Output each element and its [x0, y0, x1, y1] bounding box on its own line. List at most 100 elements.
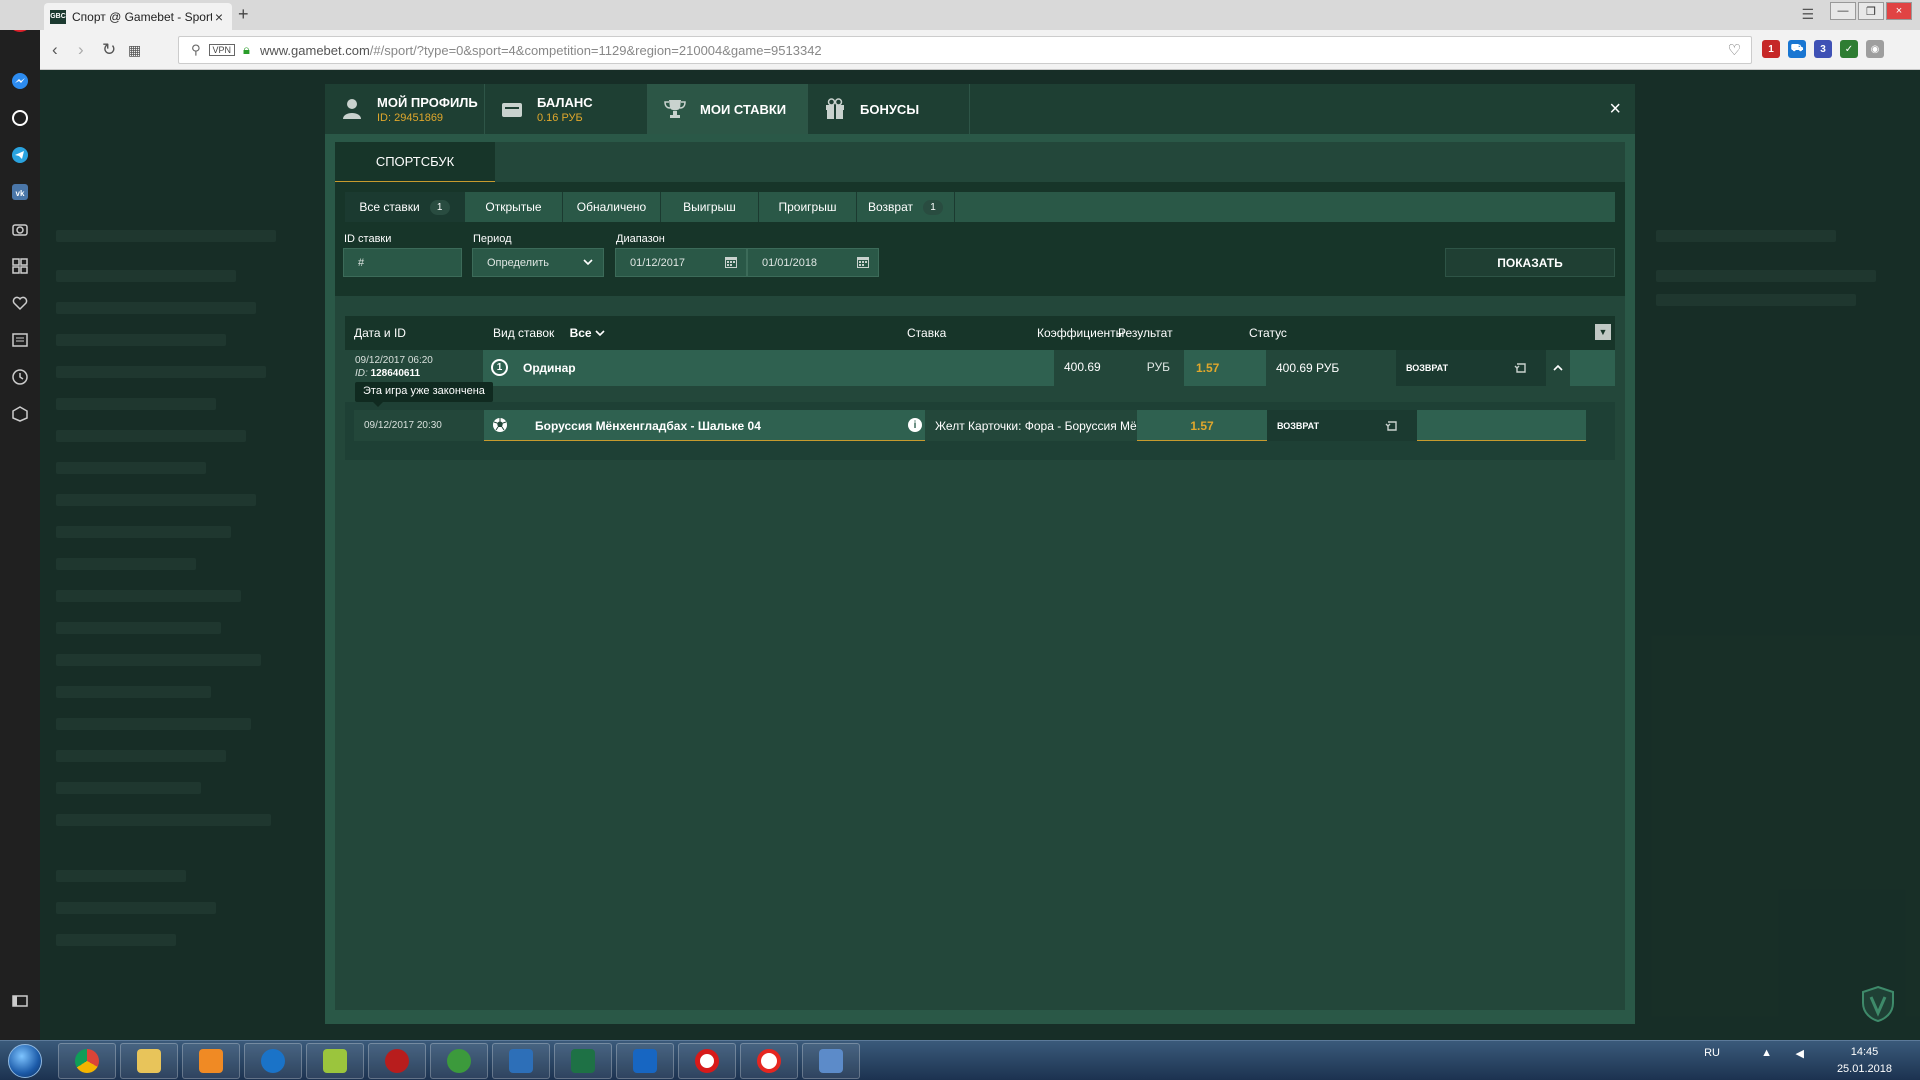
tab-balance[interactable]: БАЛАНС 0.16 РУБ: [485, 84, 648, 134]
refund-icon[interactable]: [1514, 360, 1528, 374]
start-button[interactable]: [2, 1042, 48, 1080]
bets-table-header: Дата и ID Вид ставок Все Ставка Коэффици…: [345, 316, 1615, 350]
tab-my-profile[interactable]: МОЙ ПРОФИЛЬ ID: 29451869: [325, 84, 485, 134]
bet-id-input[interactable]: #: [343, 248, 462, 277]
single-bet-icon[interactable]: 1: [491, 359, 508, 376]
selection-market: Желт Карточки: Фора - Боруссия Мёнхен...: [925, 410, 1137, 441]
messenger-icon[interactable]: [9, 70, 31, 92]
media-player-taskbar-icon[interactable]: [182, 1043, 240, 1079]
speed-dial-icon[interactable]: [9, 255, 31, 277]
translate-icon[interactable]: 3: [1814, 40, 1832, 58]
extensions-icon[interactable]: [9, 403, 31, 425]
windows-taskbar: RU ▲ ◀︎ 14:45 25.01.2018: [0, 1040, 1920, 1080]
files-taskbar-icon[interactable]: [492, 1043, 550, 1079]
header-stake: Ставка: [907, 326, 947, 340]
ccleaner-taskbar-icon[interactable]: [244, 1043, 302, 1079]
refund-icon[interactable]: [1385, 418, 1399, 432]
menu-icon[interactable]: ◉: [1866, 40, 1884, 58]
columns-toggle-icon[interactable]: ▼: [1595, 324, 1611, 340]
speed-dial-nav-icon[interactable]: ▦: [128, 42, 141, 59]
tab-menu-icon[interactable]: ☰: [1801, 6, 1814, 23]
notepad-taskbar-icon[interactable]: [306, 1043, 364, 1079]
selection-row[interactable]: 09/12/2017 20:30 Боруссия Мёнхенгладбах …: [354, 410, 1586, 441]
language-indicator[interactable]: RU: [1704, 1047, 1720, 1059]
tab-title: Спорт @ Gamebet - Sport: [72, 9, 212, 24]
count-badge: 1: [923, 199, 943, 215]
browser-tab[interactable]: GBC Спорт @ Gamebet - Sport ×: [44, 3, 232, 30]
close-tab-icon[interactable]: ×: [212, 9, 226, 25]
tray-arrow-icon[interactable]: ▲: [1761, 1047, 1772, 1059]
b-app-taskbar-icon[interactable]: [616, 1043, 674, 1079]
range-label: Диапазон: [616, 233, 665, 245]
minimize-icon[interactable]: —: [1830, 2, 1856, 20]
bet-row[interactable]: 09/12/2017 06:20 ID: 128640611 1 Ординар…: [345, 350, 1615, 386]
maximize-icon[interactable]: ❐: [1858, 2, 1884, 20]
stake-currency: РУБ: [1146, 360, 1170, 374]
forward-icon[interactable]: ›: [78, 40, 84, 60]
history-icon[interactable]: [9, 366, 31, 388]
new-tab-icon[interactable]: +: [238, 4, 249, 25]
shield-ext-icon[interactable]: ✓: [1840, 40, 1858, 58]
excel-taskbar-icon[interactable]: [554, 1043, 612, 1079]
header-bet-type-label: Вид ставок: [493, 326, 555, 340]
clock[interactable]: 14:45 25.01.2018: [1837, 1044, 1892, 1078]
telegram-icon[interactable]: [9, 144, 31, 166]
volume-icon[interactable]: ◀︎: [1796, 1047, 1804, 1060]
close-modal-icon[interactable]: ×: [1609, 98, 1621, 121]
security-shield-icon[interactable]: [1860, 985, 1896, 1023]
date-from-value: 01/12/2017: [630, 256, 686, 269]
tab-sportsbook[interactable]: СПОРТСБУК: [335, 142, 495, 184]
heart-icon[interactable]: [9, 292, 31, 314]
filter-tab-returned[interactable]: Возврат 1: [857, 192, 955, 222]
opera-taskbar-icon[interactable]: [678, 1043, 736, 1079]
show-button[interactable]: ПОКАЗАТЬ: [1445, 248, 1615, 277]
explorer-taskbar-icon[interactable]: [120, 1043, 178, 1079]
profile-id: ID: 29451869: [377, 111, 444, 124]
camera-icon[interactable]: [9, 218, 31, 240]
bet-odds: 1.57: [1196, 361, 1220, 375]
info-icon[interactable]: i: [908, 418, 922, 432]
calendar-icon[interactable]: [724, 255, 738, 269]
tab-bonuses[interactable]: БОНУСЫ: [808, 84, 970, 134]
tab-my-bets[interactable]: МОИ СТАВКИ: [648, 84, 808, 134]
window-close-icon[interactable]: ×: [1886, 2, 1912, 20]
bookmark-heart-icon[interactable]: ♡: [1728, 41, 1741, 59]
photos-taskbar-icon[interactable]: [802, 1043, 860, 1079]
tab-label: МОИ СТАВКИ: [700, 101, 787, 117]
game-app-taskbar-icon[interactable]: [368, 1043, 426, 1079]
game-finished-tooltip: Эта игра уже закончена: [355, 382, 493, 407]
vk-icon[interactable]: vk: [9, 181, 31, 203]
tab-label: БАЛАНС: [537, 94, 593, 110]
ball-app-taskbar-icon[interactable]: [430, 1043, 488, 1079]
news-icon[interactable]: [9, 329, 31, 351]
window-controls: — ❐ ×: [1830, 2, 1912, 20]
back-icon[interactable]: ‹: [52, 40, 58, 60]
filter-tab-cashed-out[interactable]: Обналичено: [563, 192, 661, 222]
date-from-input[interactable]: 01/12/2017: [615, 248, 747, 277]
chrome-taskbar-icon[interactable]: [58, 1043, 116, 1079]
date-to-input[interactable]: 01/01/2018: [747, 248, 879, 277]
bet-type-filter[interactable]: Все: [570, 326, 605, 340]
cart-icon[interactable]: ⛟: [1788, 40, 1806, 58]
filter-tab-won[interactable]: Выигрыш: [661, 192, 759, 222]
yandex-taskbar-icon[interactable]: [740, 1043, 798, 1079]
filter-tab-open[interactable]: Открытые: [465, 192, 563, 222]
lock-icon[interactable]: 🔒︎: [243, 42, 250, 58]
period-select[interactable]: Определить: [472, 248, 604, 277]
whatsapp-icon[interactable]: [9, 107, 31, 129]
filter-tab-all[interactable]: Все ставки 1: [345, 192, 465, 222]
address-bar[interactable]: ⚲ VPN 🔒︎ www.gamebet.com /#/sport/?type=…: [178, 36, 1752, 64]
calendar-icon[interactable]: [856, 255, 870, 269]
sidebar-toggle-icon[interactable]: [9, 990, 31, 1012]
balance-value: 0.16 РУБ: [537, 111, 583, 124]
adblock-icon[interactable]: 1: [1762, 40, 1780, 58]
vpn-badge[interactable]: VPN: [208, 44, 236, 56]
bet-stake: 400.69 РУБ: [1054, 350, 1184, 386]
collapse-chevron-up-icon[interactable]: [1546, 350, 1570, 386]
browser-navbar: ‹ › ↻ ▦ ⚲ VPN 🔒︎ www.gamebet.com /#/spor…: [40, 30, 1920, 70]
match-name[interactable]: Боруссия Мёнхенгладбах - Шальке 04: [535, 419, 761, 433]
search-icon: ⚲: [191, 42, 201, 57]
filter-tab-label: Возврат: [868, 200, 913, 214]
reload-icon[interactable]: ↻: [102, 40, 116, 60]
filter-tab-lost[interactable]: Проигрыш: [759, 192, 857, 222]
